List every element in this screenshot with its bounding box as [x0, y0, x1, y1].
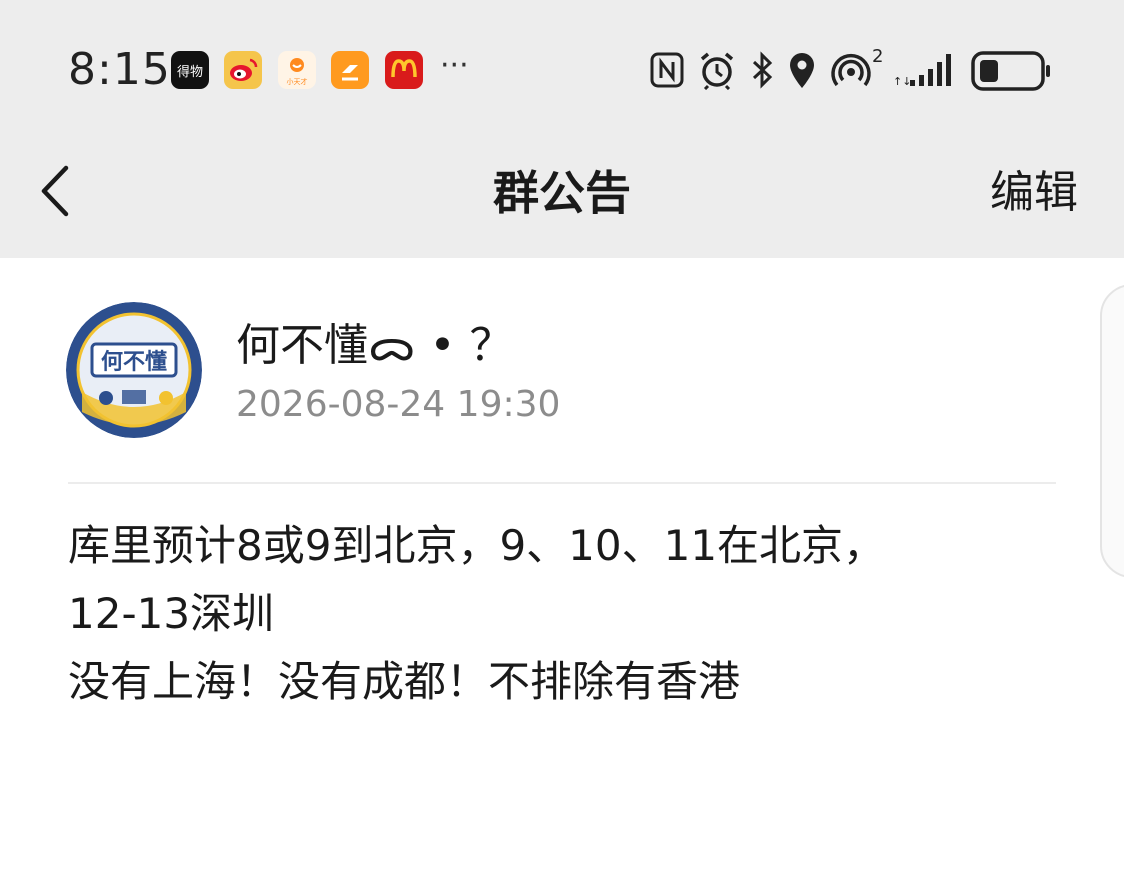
edit-button[interactable]: 编辑: [990, 164, 1078, 222]
bluetooth-icon: [752, 51, 773, 89]
side-drawer-handle[interactable]: [1100, 284, 1124, 578]
announcement-body: 库里预计8或9到北京，9、10、11在北京， 12-13深圳 没有上海！没有成都…: [68, 512, 1068, 716]
status-bar: 8:15 得物 小天才 ··· 2 ↑↓: [0, 0, 1124, 140]
alarm-icon: [700, 52, 734, 90]
mcdonalds-app-icon: [385, 51, 423, 89]
page-title: 群公告: [493, 166, 631, 220]
more-notifications-icon: ···: [440, 48, 469, 83]
hotspot-superscript: 2: [872, 46, 884, 67]
dewu-app-label: 得物: [177, 64, 203, 80]
xiaotiancai-app-label: 小天才: [287, 77, 308, 86]
author-name[interactable]: 何不懂ᯅ • ？: [236, 318, 513, 374]
announcement-line: 12-13深圳: [68, 589, 275, 638]
status-time: 8:15: [68, 44, 171, 95]
avatar[interactable]: 何不懂: [66, 302, 202, 438]
hotspot-icon: [831, 54, 871, 87]
divider: [68, 482, 1056, 484]
orange-app-icon: [331, 51, 369, 89]
location-icon: [790, 53, 814, 88]
weibo-app-icon: [224, 51, 262, 89]
battery-icon: [971, 51, 1050, 91]
signal-icon: ↑↓: [893, 54, 951, 88]
announcement-line: 没有上海！没有成都！不排除有香港: [68, 657, 741, 706]
avatar-text: 何不懂: [101, 349, 167, 375]
dewu-app-icon: 得物: [171, 51, 209, 89]
post-timestamp: 2026-08-24 19:30: [236, 384, 561, 425]
announcement-line: 库里预计8或9到北京，9、10、11在北京，: [68, 521, 886, 570]
announcement-screen: 8:15 得物 小天才 ··· 2 ↑↓ 群公告 编辑 何不懂 何不懂ᯅ • ？…: [0, 0, 1124, 873]
nfc-icon: [650, 52, 684, 88]
xiaotiancai-app-icon: 小天才: [278, 51, 316, 89]
svg-text:↑↓: ↑↓: [893, 75, 911, 88]
